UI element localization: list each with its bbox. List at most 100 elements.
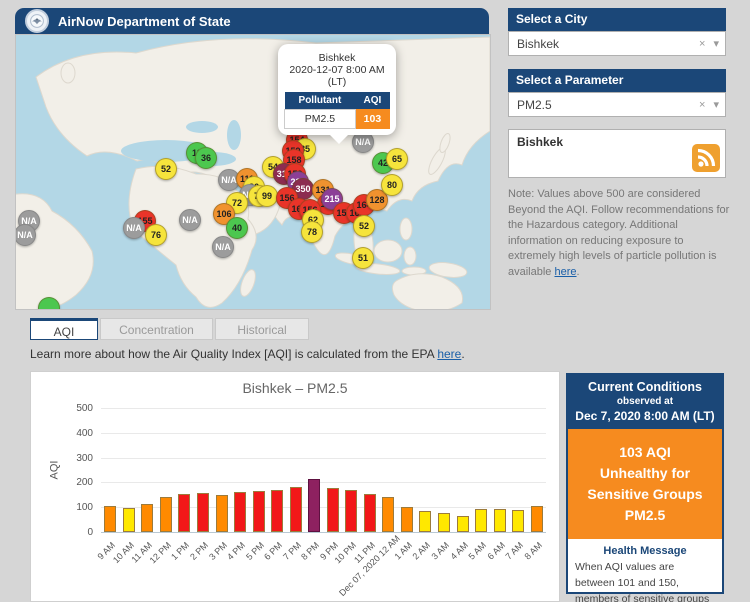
chart-bar bbox=[363, 494, 376, 532]
health-message-title: Health Message bbox=[603, 545, 687, 557]
y-tick-label: 500 bbox=[76, 403, 93, 414]
aqi-map-marker[interactable]: 40 bbox=[226, 217, 248, 239]
aqi-map-marker[interactable]: N/A bbox=[212, 236, 234, 258]
learn-more-line: Learn more about how the Air Quality Ind… bbox=[30, 347, 465, 361]
aqi-map-marker[interactable]: 52 bbox=[155, 158, 177, 180]
parameter-caret-icon[interactable]: ▾ bbox=[713, 99, 719, 111]
aqi-map-marker[interactable]: N/A bbox=[16, 224, 36, 246]
parameter-clear-icon[interactable]: × bbox=[699, 99, 705, 111]
city-select[interactable]: Bishkek × ▾ bbox=[508, 31, 726, 56]
chart-bar bbox=[493, 509, 506, 532]
chart-plot-area bbox=[101, 408, 546, 533]
health-message-text: When AQI values are between 101 and 150,… bbox=[575, 561, 710, 602]
chart-bar bbox=[530, 506, 543, 532]
y-tick-label: 300 bbox=[76, 452, 93, 464]
aqi-map-marker[interactable]: 65 bbox=[386, 148, 408, 170]
chart-bar bbox=[400, 507, 413, 532]
popup-tail bbox=[330, 135, 348, 144]
note-here-link[interactable]: here bbox=[554, 266, 576, 278]
chart-bar bbox=[438, 513, 451, 532]
learn-more-text: Learn more about how the Air Quality Ind… bbox=[30, 347, 438, 361]
aqi-map-marker[interactable]: 51 bbox=[352, 247, 374, 269]
chart-bar bbox=[159, 497, 172, 532]
cc-subtitle: observed at bbox=[616, 396, 674, 407]
learn-more-here-link[interactable]: here bbox=[437, 347, 461, 361]
chart-bar bbox=[382, 497, 395, 532]
chart-bar bbox=[475, 509, 488, 532]
chart-bar bbox=[419, 511, 432, 532]
popup-timezone: (LT) bbox=[327, 76, 347, 88]
aqi-map-marker[interactable]: N/A bbox=[179, 209, 201, 231]
feed-city-label: Bishkek bbox=[517, 135, 564, 149]
popup-datetime: 2020-12-07 8:00 AM bbox=[289, 64, 385, 76]
y-tick-label: 200 bbox=[76, 477, 93, 489]
chart-bar bbox=[122, 508, 135, 532]
aqi-map-marker[interactable]: N/A bbox=[123, 217, 145, 239]
gridline bbox=[101, 408, 546, 409]
parameter-select-value: PM2.5 bbox=[517, 98, 552, 112]
y-tick-label: 400 bbox=[76, 427, 93, 439]
cc-aqi-category: Unhealthy for Sensitive Groups bbox=[587, 465, 703, 502]
page-title: AirNow Department of State bbox=[58, 13, 231, 29]
map-popup: Bishkek 2020-12-07 8:00 AM (LT) Pollutan… bbox=[278, 44, 396, 144]
rss-icon[interactable] bbox=[692, 144, 720, 172]
cc-aqi-block: 103 AQI Unhealthy for Sensitive Groups P… bbox=[568, 429, 722, 539]
current-conditions-header: Current Conditions observed at Dec 7, 20… bbox=[568, 375, 722, 429]
popup-aqi-value: 103 bbox=[354, 109, 391, 129]
cc-pollutant: PM2.5 bbox=[624, 507, 666, 523]
aqi-bar-chart: Bishkek – PM2.5 AQI 0 100 200 300 400 500 9 A… bbox=[30, 371, 560, 602]
city-clear-icon[interactable]: × bbox=[699, 38, 705, 50]
aqi-map-marker[interactable]: 99 bbox=[256, 185, 278, 207]
app-header: AirNow Department of State bbox=[15, 8, 489, 34]
city-caret-icon[interactable]: ▾ bbox=[713, 38, 719, 50]
gridline bbox=[101, 432, 546, 434]
gridline bbox=[101, 457, 546, 459]
chart-bar bbox=[308, 479, 321, 532]
chart-bar bbox=[252, 491, 265, 532]
note-text: Note: Values above 500 are considered Be… bbox=[508, 188, 730, 278]
popup-pollutant-value: PM2.5 bbox=[284, 109, 356, 129]
chart-bar bbox=[215, 495, 228, 532]
popup-col-aqi: AQI bbox=[355, 92, 390, 110]
current-conditions-panel: Current Conditions observed at Dec 7, 20… bbox=[566, 373, 724, 602]
popup-table: Pollutant AQI PM2.5 103 bbox=[284, 92, 391, 129]
department-of-state-seal-icon bbox=[25, 9, 49, 33]
tab-aqi[interactable]: AQI bbox=[30, 318, 98, 340]
chart-bar bbox=[345, 490, 358, 532]
aqi-map-marker[interactable]: 52 bbox=[353, 215, 375, 237]
chart-bar bbox=[196, 493, 209, 532]
beyond-aqi-note: Note: Values above 500 are considered Be… bbox=[508, 187, 730, 280]
chart-bar bbox=[141, 504, 154, 532]
aqi-map-marker[interactable]: 76 bbox=[145, 224, 167, 246]
tab-concentration[interactable]: Concentration bbox=[100, 318, 213, 340]
chart-title: Bishkek – PM2.5 bbox=[242, 380, 348, 396]
chart-bar bbox=[234, 492, 247, 532]
parameter-select[interactable]: PM2.5 × ▾ bbox=[508, 92, 726, 117]
select-parameter-header: Select a Parameter bbox=[508, 69, 726, 92]
cc-datetime: Dec 7, 2020 8:00 AM (LT) bbox=[575, 409, 715, 423]
y-tick-label: 0 bbox=[87, 527, 93, 538]
tab-historical[interactable]: Historical bbox=[215, 318, 309, 340]
aqi-map-marker[interactable]: 78 bbox=[301, 221, 323, 243]
city-select-value: Bishkek bbox=[517, 37, 560, 51]
popup-city: Bishkek bbox=[318, 52, 356, 64]
chart-bar bbox=[178, 494, 191, 532]
note-suffix: . bbox=[576, 265, 580, 278]
y-tick-label: 100 bbox=[76, 502, 93, 514]
popup-col-pollutant: Pollutant bbox=[284, 92, 356, 110]
select-city-header: Select a City bbox=[508, 8, 726, 31]
feed-box: Bishkek bbox=[508, 129, 726, 178]
chart-bar bbox=[512, 510, 525, 532]
airnow-page: AirNow Department of State N/A N/A 36 52… bbox=[0, 0, 750, 602]
chart-bar bbox=[326, 488, 339, 532]
cc-aqi-value: 103 AQI bbox=[619, 444, 671, 460]
chart-bar bbox=[104, 506, 117, 532]
chart-bar bbox=[289, 487, 302, 532]
chart-bar bbox=[456, 516, 469, 532]
world-aqi-map[interactable]: N/AN/A13365254N/A11186N/A71997210640N/AN… bbox=[15, 34, 491, 310]
aqi-map-marker[interactable]: 80 bbox=[381, 174, 403, 196]
aqi-map-marker[interactable]: 36 bbox=[195, 147, 217, 169]
cc-title: Current Conditions bbox=[588, 380, 702, 394]
learn-more-suffix: . bbox=[461, 347, 465, 361]
y-axis-label: AQI bbox=[48, 460, 61, 480]
